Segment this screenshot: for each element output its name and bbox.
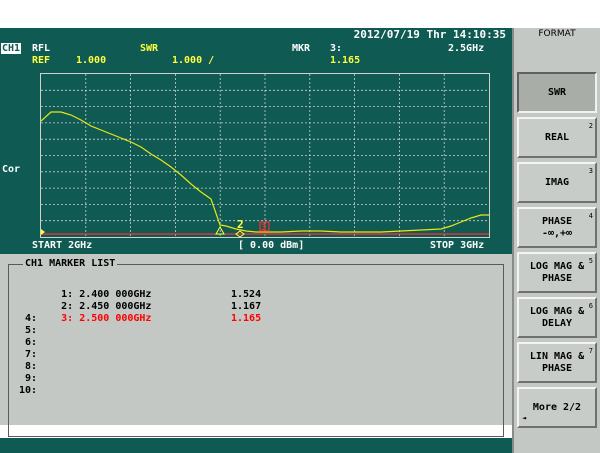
softkey-label-line2: DELAY: [541, 317, 573, 329]
datetime-display: 2012/07/19 Thr 14:10:35: [353, 28, 506, 41]
softkey-label-line2: -∞,+∞: [541, 227, 573, 239]
marker-3[interactable]: 3: [259, 221, 270, 233]
graph-area: Cor 2 3 START 2GHz [0.00 dBm] STOP 3GHz: [0, 68, 512, 254]
marker-row: 10:: [19, 385, 37, 397]
marker-row-label: 8:: [25, 361, 38, 372]
softkey-label-line2: PHASE: [541, 362, 573, 374]
start-frequency: START 2GHz: [32, 240, 93, 251]
softkey-label: REAL: [544, 131, 570, 143]
plot-grid: 1 2 3: [40, 73, 490, 238]
marker-row-label: 9:: [25, 373, 38, 384]
marker-row: 5:: [25, 325, 37, 337]
softkey-real[interactable]: 2 REAL: [517, 117, 597, 158]
measurement-type: RFL: [32, 43, 51, 54]
marker-value: 1.165: [330, 55, 361, 66]
softkey-more[interactable]: More 2/2 ◄: [517, 387, 597, 428]
softkey-label: More 2/2: [532, 401, 582, 413]
marker-row-value: 1.524: [231, 289, 262, 300]
marker-row-value: 1.167: [231, 301, 262, 312]
softkey-label: LIN MAG &: [529, 350, 585, 362]
format-label: SWR: [140, 43, 159, 54]
grid-lines: [41, 74, 489, 237]
stop-frequency: STOP 3GHz: [430, 240, 485, 251]
marker-row: 6:: [25, 337, 37, 349]
marker-row: 4:: [25, 313, 37, 325]
channel-indicator: CH1: [1, 43, 22, 54]
marker-row-label: 5:: [25, 325, 38, 336]
softkey-number: 3: [588, 167, 593, 175]
marker-row-label: 6:: [25, 337, 38, 348]
marker-number: 3:: [330, 43, 343, 54]
marker-row: 7:: [25, 349, 37, 361]
scale-per-division: 1.000 /: [172, 55, 215, 66]
softkey-label: LOG MAG &: [529, 305, 585, 317]
softkey-number: 4: [588, 212, 593, 220]
analyzer-screen: 2012/07/19 Thr 14:10:35 CH1 RFL SWR MKR …: [0, 28, 600, 453]
status-bar: 2012/07/19 Thr 14:10:35: [0, 28, 512, 42]
marker-2-label: 2: [237, 218, 244, 231]
softkey-number: 7: [588, 347, 593, 355]
power-level: [ 0.00 dBm]: [238, 240, 305, 251]
softkey-label-line2: PHASE: [541, 272, 573, 284]
marker-frequency: 2.5GHz: [448, 43, 485, 54]
marker-row-active: 3: 2.500 000GHz 1.165: [25, 301, 261, 337]
bottom-bar: [0, 438, 512, 453]
softkey-phase[interactable]: 4 PHASE -∞,+∞: [517, 207, 597, 248]
marker-row-value: 1.165: [231, 313, 262, 324]
reference-value: 1.000: [76, 55, 107, 66]
marker-row: 8:: [25, 361, 37, 373]
softkey-label: IMAG: [544, 176, 570, 188]
marker-row-label: 4:: [25, 313, 38, 324]
softkey-menu-title: FORMAT: [514, 28, 600, 72]
softkey-label: SWR: [547, 86, 567, 98]
marker-list-title: CH1 MARKER LIST: [23, 258, 118, 269]
marker-row-label: 7:: [25, 349, 38, 360]
softkey-log-mag-delay[interactable]: 6 LOG MAG & DELAY: [517, 297, 597, 338]
reference-label: REF: [32, 55, 51, 66]
marker-row-freq: 2.500 000GHz: [79, 313, 152, 324]
marker-row-label: 3:: [61, 313, 74, 324]
softkey-lin-mag-phase[interactable]: 7 LIN MAG & PHASE: [517, 342, 597, 383]
marker-row: 9:: [25, 373, 37, 385]
marker-label: MKR: [292, 43, 311, 54]
softkey-menu-title-text: FORMAT: [538, 29, 576, 39]
softkey-label: LOG MAG &: [529, 260, 585, 272]
softkey-number: 6: [588, 302, 593, 310]
marker-row-label: 10:: [19, 385, 38, 396]
measurement-header: CH1 RFL SWR MKR 3: 2.5GHz REF 1.000 1.00…: [0, 42, 512, 68]
softkey-number: 5: [588, 257, 593, 265]
softkey-imag[interactable]: 3 IMAG: [517, 162, 597, 203]
softkey-swr[interactable]: SWR: [517, 72, 597, 113]
correction-indicator: Cor: [2, 164, 21, 175]
softkey-number: 2: [588, 122, 593, 130]
softkey-label: PHASE: [541, 215, 573, 227]
softkey-panel: FORMAT SWR 2 REAL 3 IMAG 4 PHASE -∞,+∞ 5…: [512, 28, 600, 453]
trace-svg: 1 2 3: [41, 74, 489, 237]
marker-1-label: 1: [216, 236, 223, 237]
softkey-log-mag-phase[interactable]: 5 LOG MAG & PHASE: [517, 252, 597, 293]
marker-list-panel: CH1 MARKER LIST 1: 2.400 000GHz 1.524 2: …: [8, 258, 504, 437]
left-arrow-icon: ◄: [522, 414, 527, 422]
marker-3-label: 3: [261, 223, 266, 233]
